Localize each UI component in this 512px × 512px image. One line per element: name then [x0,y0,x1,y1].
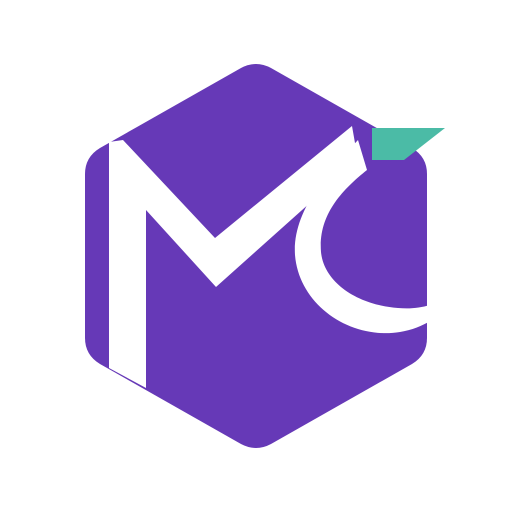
teal-flag-icon [372,128,445,160]
logo-canvas [0,0,512,512]
mc-hexagon-logo [85,64,445,448]
